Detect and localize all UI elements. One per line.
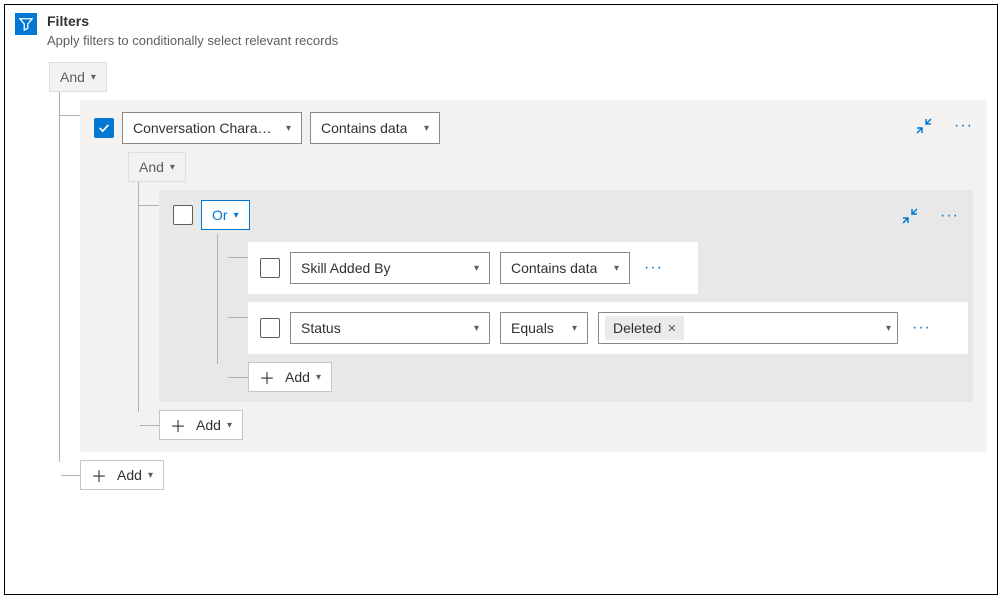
- chevron-down-icon: ▾: [316, 372, 321, 383]
- cond1-field-select[interactable]: Skill Added By ▾: [290, 252, 490, 284]
- chevron-down-icon: ▾: [91, 72, 96, 83]
- value-token: Deleted ✕: [605, 316, 684, 340]
- chevron-down-icon: ▾: [614, 263, 619, 274]
- chevron-down-icon: ▾: [286, 123, 291, 134]
- chevron-down-icon: ▾: [170, 162, 175, 173]
- root-operator[interactable]: And ▾: [49, 62, 107, 92]
- collapse-group-button[interactable]: [912, 114, 936, 138]
- add-condition-button[interactable]: ＋ Add ▾: [159, 410, 243, 440]
- plus-icon: ＋: [91, 463, 107, 487]
- group-more-button[interactable]: ···: [950, 110, 977, 142]
- group2-checkbox[interactable]: [173, 205, 193, 225]
- page-description: Apply filters to conditionally select re…: [47, 33, 338, 48]
- chevron-down-icon: ▾: [474, 263, 479, 274]
- cond1-operator-select[interactable]: Contains data ▾: [500, 252, 630, 284]
- plus-icon: ＋: [259, 365, 275, 389]
- chevron-down-icon: ▾: [148, 470, 153, 481]
- related-condition-select[interactable]: Contains data ▾: [310, 112, 440, 144]
- chevron-down-icon: ▾: [474, 323, 479, 334]
- cond2-checkbox[interactable]: [260, 318, 280, 338]
- chevron-down-icon: ▾: [234, 210, 239, 221]
- group1-operator[interactable]: And ▾: [128, 152, 186, 182]
- related-entity-select[interactable]: Conversation Characte... ▾: [122, 112, 302, 144]
- page-title: Filters: [47, 13, 338, 29]
- cond1-more-button[interactable]: ···: [640, 252, 667, 284]
- cond2-field-select[interactable]: Status ▾: [290, 312, 490, 344]
- add-condition-button[interactable]: ＋ Add ▾: [80, 460, 164, 490]
- add-condition-button[interactable]: ＋ Add ▾: [248, 362, 332, 392]
- collapse-group-button[interactable]: [898, 204, 922, 228]
- plus-icon: ＋: [170, 413, 186, 437]
- cond2-more-button[interactable]: ···: [908, 312, 935, 344]
- chevron-down-icon: ▾: [886, 323, 891, 334]
- chevron-down-icon: ▾: [424, 123, 429, 134]
- chevron-down-icon: ▾: [227, 420, 232, 431]
- cond2-operator-select[interactable]: Equals ▾: [500, 312, 588, 344]
- remove-token-icon[interactable]: ✕: [667, 322, 676, 335]
- cond1-checkbox[interactable]: [260, 258, 280, 278]
- cond2-value-field[interactable]: Deleted ✕ ▾: [598, 312, 898, 344]
- filter-icon: [15, 13, 37, 35]
- chevron-down-icon: ▾: [572, 323, 577, 334]
- group2-operator[interactable]: Or ▾: [201, 200, 250, 230]
- group-more-button[interactable]: ···: [936, 200, 963, 232]
- group1-checkbox[interactable]: [94, 118, 114, 138]
